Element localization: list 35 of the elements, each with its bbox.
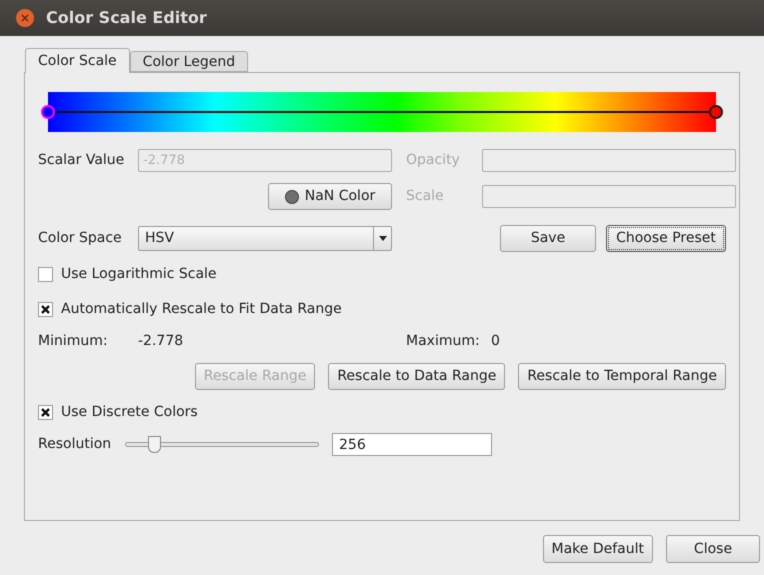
opacity-label: Opacity	[406, 151, 461, 170]
checkbox[interactable]	[38, 405, 53, 420]
maximum-value: 0	[491, 332, 500, 351]
window-title: Color Scale Editor	[46, 7, 207, 29]
control-point-handle[interactable]	[41, 105, 55, 119]
checkbox[interactable]	[38, 267, 53, 282]
footer-button[interactable]: Make Default	[542, 535, 653, 563]
tab[interactable]: Color Legend	[130, 51, 248, 72]
resolution-field[interactable]: 256	[332, 433, 492, 456]
minimum-label: Minimum:	[38, 332, 109, 351]
checkbox-label: Use Logarithmic Scale	[61, 265, 217, 284]
nan-color-button[interactable]: NaN Color	[268, 183, 392, 210]
rescale-button[interactable]: Rescale to Data Range	[328, 363, 506, 390]
close-icon[interactable]	[16, 9, 34, 27]
tab[interactable]: Color Scale	[25, 48, 130, 73]
color-space-dropdown[interactable]: HSV	[138, 226, 392, 251]
checkbox[interactable]	[38, 302, 53, 317]
checkbox-label: Use Discrete Colors	[61, 403, 198, 422]
footer-button[interactable]: Close	[666, 535, 760, 563]
choose-preset-button[interactable]: Choose Preset	[606, 225, 726, 252]
maximum-label: Maximum:	[406, 332, 481, 351]
rescale-button[interactable]: Rescale to Temporal Range	[518, 363, 726, 390]
checkbox-label: Automatically Rescale to Fit Data Range	[61, 300, 342, 319]
color-gradient-bar[interactable]	[48, 92, 716, 132]
resolution-label: Resolution	[38, 435, 112, 454]
check-mark-icon	[41, 305, 50, 314]
scalar-value-label: Scalar Value	[38, 151, 126, 170]
caret-icon	[378, 236, 386, 241]
minimum-value: -2.778	[138, 332, 184, 351]
scale-label: Scale	[406, 187, 445, 206]
color-space-label: Color Space	[38, 229, 123, 248]
slider-thumb[interactable]	[148, 436, 162, 453]
check-mark-icon	[41, 408, 50, 417]
control-point-handle[interactable]	[709, 105, 723, 119]
save-button[interactable]: Save	[500, 225, 596, 252]
